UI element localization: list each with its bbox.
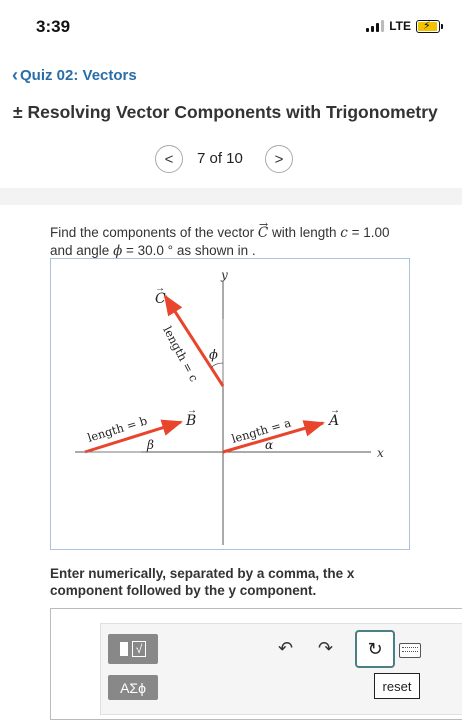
template-box-icon xyxy=(119,642,128,656)
vector-a-arrowhead-mark: → xyxy=(330,405,340,416)
angle-variable: ϕ xyxy=(113,243,123,259)
network-label: LTE xyxy=(389,19,411,33)
angle-beta-label: β xyxy=(146,438,154,452)
previous-button[interactable]: < xyxy=(155,145,183,173)
pager: < 7 of 10 > xyxy=(0,144,462,174)
length-b-label: length = b xyxy=(86,413,149,444)
answer-instruction: Enter numerically, separated by a comma,… xyxy=(50,566,355,598)
signal-icon xyxy=(366,20,385,32)
battery-charging-icon: ⚡ xyxy=(416,19,443,33)
chevron-left-icon: < xyxy=(164,150,174,168)
vector-c-arrowhead-mark: → xyxy=(155,283,165,294)
back-link[interactable]: ‹ Quiz 02: Vectors xyxy=(12,65,137,85)
angle-alpha-label: α xyxy=(265,438,273,452)
back-link-label: Quiz 02: Vectors xyxy=(20,67,137,84)
prompt-text: = 30.0 ° as shown in . xyxy=(122,243,256,258)
angle-phi-arc xyxy=(210,362,224,369)
y-axis-label: y xyxy=(220,268,228,282)
vector-diagram: y x C → length = c ϕ length = b B → β le… xyxy=(75,268,384,545)
prompt-text: with length xyxy=(268,225,341,240)
refresh-icon: ↻ xyxy=(367,638,383,659)
greek-symbols-button[interactable]: ΑΣϕ xyxy=(108,675,158,700)
section-divider xyxy=(0,188,462,205)
refresh-button[interactable]: ↻ xyxy=(355,630,395,668)
length-variable: c xyxy=(340,225,348,241)
vector-b-arrowhead-mark: → xyxy=(187,405,197,416)
radical-icon: √ xyxy=(131,641,147,657)
status-time: 3:39 xyxy=(36,17,71,36)
templates-button[interactable]: √ xyxy=(108,634,158,664)
status-bar: 3:39 LTE ⚡ xyxy=(0,0,462,50)
problem-title: ± Resolving Vector Components with Trigo… xyxy=(13,102,438,122)
length-c-label: length = c xyxy=(160,324,201,384)
status-indicators: LTE ⚡ xyxy=(366,19,443,33)
vector-figure: y x C → length = c ϕ length = b B → β le… xyxy=(50,258,410,550)
chevron-right-icon: > xyxy=(274,150,284,168)
vector-symbol: → C xyxy=(257,218,269,241)
keyboard-icon[interactable] xyxy=(399,643,421,658)
undo-icon[interactable]: ↶ xyxy=(278,638,293,659)
angle-phi-label: ϕ xyxy=(209,348,218,363)
prompt-text: Find the components of the vector xyxy=(50,225,258,240)
chevron-left-icon: ‹ xyxy=(12,65,18,85)
x-axis-label: x xyxy=(377,446,384,460)
question-prompt: Find the components of the vector → C wit… xyxy=(50,218,410,260)
next-button[interactable]: > xyxy=(265,145,293,173)
reset-button[interactable]: reset xyxy=(374,673,420,699)
redo-icon[interactable]: ↷ xyxy=(318,638,333,659)
pager-label: 7 of 10 xyxy=(197,150,243,167)
